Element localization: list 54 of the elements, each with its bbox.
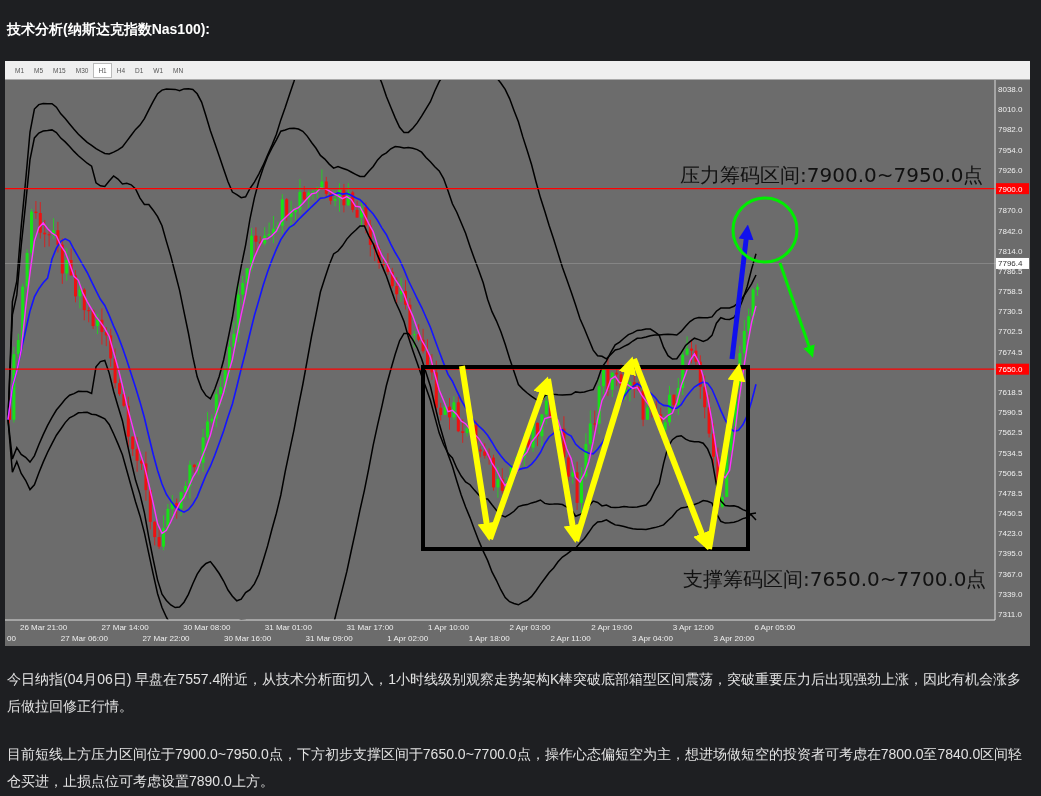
price-axis-label: 7339.0: [998, 589, 1023, 599]
price-axis-label: 7814.0: [998, 246, 1023, 256]
time-axis-label: 3 Apr 12:00: [672, 623, 714, 632]
time-axis-label: 27 Mar 14:00: [101, 623, 149, 632]
time-axis-label: 3 Apr 20:00: [713, 634, 755, 643]
time-axis-label: 2 Apr 19:00: [591, 623, 633, 632]
zone-annotation: 压力筹码区间:7900.0~7950.0点: [680, 163, 984, 187]
time-axis-label: 31 Mar 01:00: [264, 623, 312, 632]
price-marker-label: 7900.0: [996, 183, 1029, 195]
time-axis-label: 27 Mar 22:00: [142, 634, 190, 643]
price-axis-label: 7786.5: [998, 266, 1023, 276]
analysis-paragraph: 目前短线上方压力区间位于7900.0~7950.0点，下方初步支撑区间于7650.0~7700.0点，操作心态偏短空为主，想进场做短空的投资者可考虑在7800.0至7840.0区间轻仓买进，止损点位可考虑设置7890.0上方。: [7, 745, 1024, 791]
price-axis-label: 7674.5: [998, 347, 1023, 357]
time-axis-label: 1 Apr 18:00: [468, 634, 510, 643]
price-axis-label: 7423.0: [998, 529, 1023, 539]
time-axis-label: 2 Apr 11:00: [550, 634, 591, 643]
time-axis-label: 26 Mar 21:00: [20, 623, 68, 632]
time-axis-label: 1 Apr 02:00: [387, 634, 429, 643]
time-axis-label: 6 Apr 05:00: [754, 623, 796, 632]
time-axis-label: 30 Mar 08:00: [183, 623, 231, 632]
price-axis-label: 7982.0: [998, 125, 1023, 135]
price-axis-label: 7870.0: [998, 206, 1023, 216]
price-axis-label: 7954.0: [998, 145, 1023, 155]
price-axis-label: 8010.0: [998, 105, 1023, 115]
price-axis-label: 7842.0: [998, 226, 1023, 236]
price-axis-label: 7758.5: [998, 286, 1023, 296]
price-axis-label: 7534.5: [998, 448, 1023, 458]
analysis-paragraph: 今日纳指(04月06日) 早盘在7557.4附近，从技术分析面切入，1小时线级别观察走势架构K棒突破底部箱型区间震荡，突破重要压力后出现强劲上涨，因此有机会涨多后做拉回修正行情。: [7, 670, 1023, 716]
price-axis-label: 7926.0: [998, 165, 1023, 175]
target-circle: [731, 196, 799, 264]
price-axis-label: 7506.5: [998, 468, 1023, 478]
price-axis-label: 7590.5: [998, 408, 1023, 418]
time-axis-label: 31 Mar 17:00: [346, 623, 394, 632]
price-axis-label: 7311.0: [998, 610, 1022, 619]
price-marker-label: 7796.4: [996, 257, 1029, 269]
price-marker-label: 7650.0: [996, 363, 1029, 375]
price-axis-label: 7450.5: [998, 509, 1023, 519]
price-axis-label: 7618.5: [998, 387, 1023, 397]
time-axis-label: 3 Apr 04:00: [632, 634, 673, 643]
time-axis-label: 31 Mar 09:00: [305, 634, 353, 643]
price-axis-label: 7562.5: [998, 428, 1023, 438]
time-axis-label: 00: [7, 634, 16, 643]
price-axis-label: 7367.0: [998, 569, 1023, 579]
price-axis-label: 7730.5: [998, 307, 1023, 317]
time-axis-label: 27 Mar 06:00: [60, 634, 108, 643]
article-title: 技术分析(纳斯达克指数Nas100):: [7, 20, 212, 39]
price-axis-label: 7395.0: [998, 549, 1023, 559]
time-axis-label: 30 Mar 16:00: [224, 634, 272, 643]
zone-annotation: 支撑筹码区间:7650.0~7700.0点: [683, 567, 987, 591]
price-axis-label: 8038.0: [998, 85, 1023, 94]
time-axis-label: 2 Apr 03:00: [509, 623, 551, 632]
price-axis-label: 7702.5: [998, 327, 1023, 337]
time-axis-label: 1 Apr 10:00: [428, 623, 469, 632]
price-axis-label: 7478.5: [998, 489, 1023, 499]
